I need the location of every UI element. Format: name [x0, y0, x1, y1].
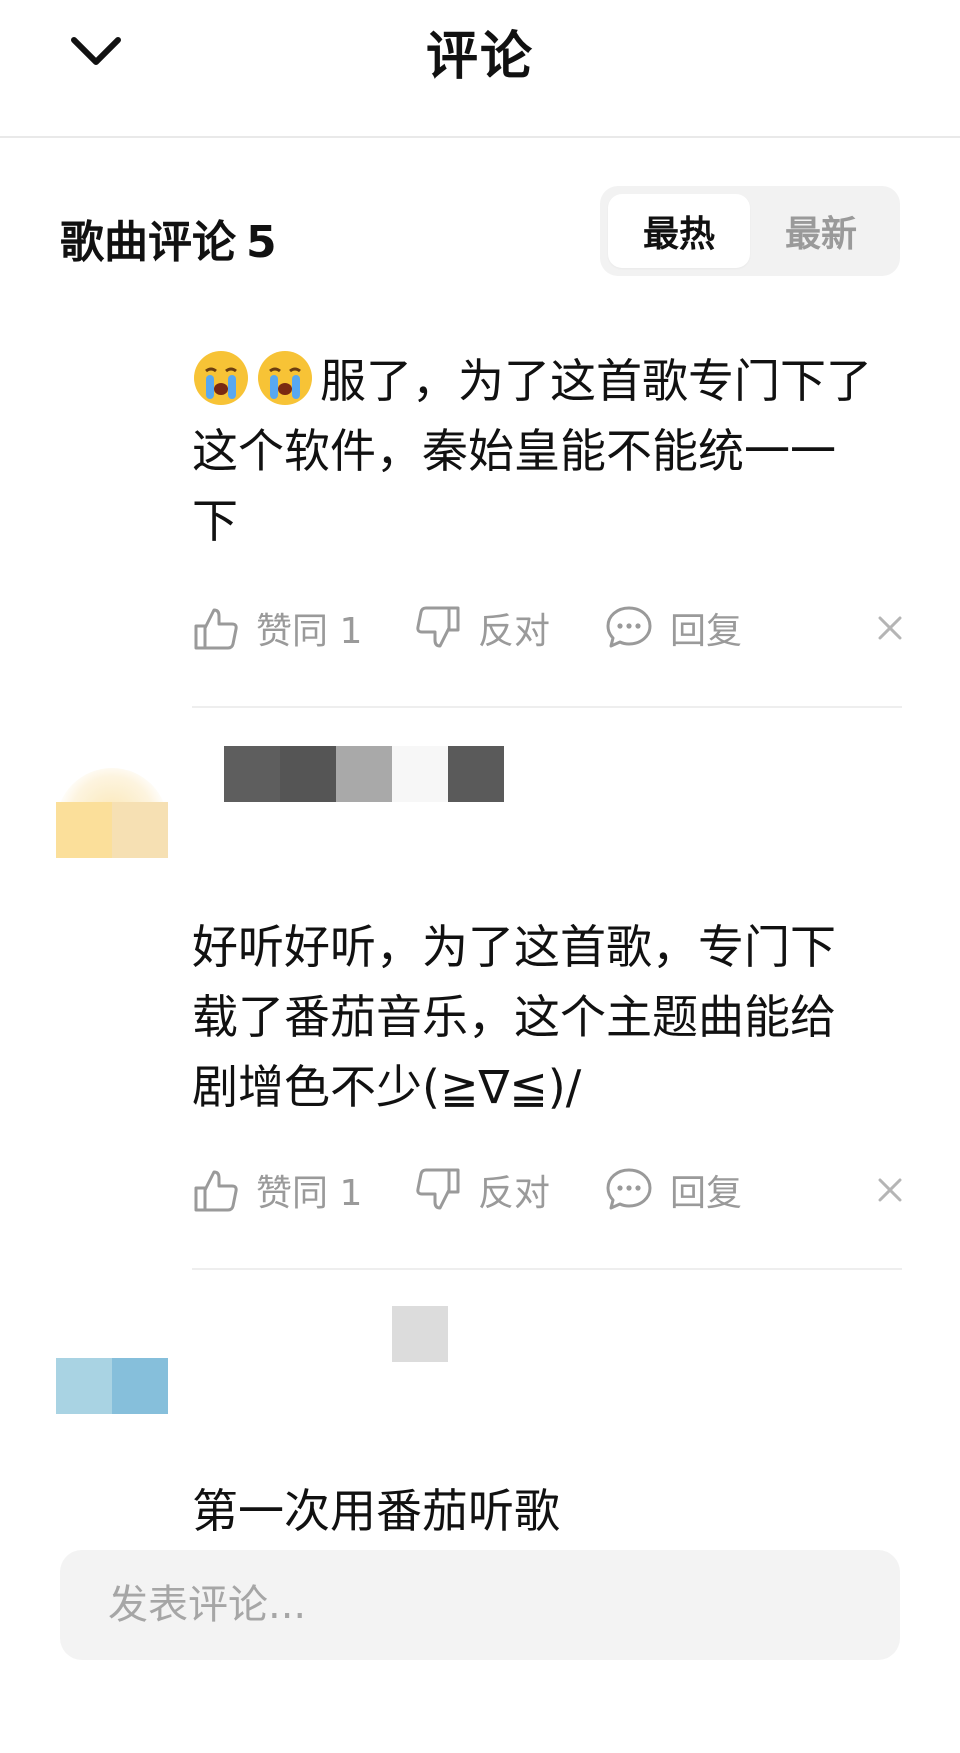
- close-icon: [878, 616, 902, 640]
- username-redacted: [392, 1306, 448, 1362]
- tab-latest[interactable]: 最新: [750, 194, 892, 268]
- dislike-label: 反对: [478, 611, 551, 652]
- comment-line: 服了，为了这首歌专门下了: [192, 346, 912, 416]
- dislike-button[interactable]: 反对: [414, 598, 550, 658]
- close-icon: [878, 1178, 902, 1202]
- username-redacted: [224, 746, 504, 802]
- like-button[interactable]: 赞同 1: [192, 598, 362, 658]
- reply-button[interactable]: 回复: [604, 598, 742, 658]
- comment-body: 好听好听，为了这首歌，专门下 载了番茄音乐，这个主题曲能给 剧增色不少(≧∇≦)…: [192, 912, 912, 1122]
- thumbs-down-icon: [416, 1168, 460, 1210]
- thumbs-down-icon: [416, 606, 460, 648]
- chat-bubble-icon: [606, 606, 652, 648]
- section-heading: 歌曲评论 5: [60, 206, 277, 270]
- thumbs-up-icon: [194, 608, 238, 650]
- comment-line-text: 服了，为了这首歌专门下了: [320, 354, 872, 408]
- dismiss-button[interactable]: [868, 606, 912, 650]
- chat-bubble-icon: [606, 1168, 652, 1210]
- dislike-label: 反对: [478, 1173, 551, 1214]
- reply-button[interactable]: 回复: [604, 1160, 742, 1220]
- tab-hot[interactable]: 最热: [608, 194, 750, 268]
- divider: [192, 706, 902, 708]
- like-label: 赞同 1: [256, 611, 363, 652]
- section-title: 歌曲评论: [60, 217, 236, 268]
- comment-input-box: [60, 1550, 900, 1660]
- comment-actions: 赞同 1 反对 回复: [192, 1160, 912, 1220]
- sort-toggle: 最热 最新: [600, 186, 900, 276]
- comment-body: 第一次用番茄听歌: [192, 1476, 912, 1546]
- comment-line: 这个软件，秦始皇能不能统一一: [192, 424, 836, 478]
- reply-label: 回复: [670, 1173, 743, 1214]
- avatar[interactable]: [56, 1358, 168, 1414]
- crying-face-icon: [194, 351, 248, 405]
- top-bar: 评论: [0, 0, 960, 138]
- page-title: 评论: [425, 27, 534, 87]
- comment-line: 剧增色不少(≧∇≦)/: [192, 1060, 582, 1114]
- reply-label: 回复: [670, 611, 743, 652]
- comment-count: 5: [246, 217, 277, 268]
- comment-body: 服了，为了这首歌专门下了 这个软件，秦始皇能不能统一一 下: [192, 346, 912, 556]
- comment-line: 第一次用番茄听歌: [192, 1484, 560, 1538]
- comment-line: 好听好听，为了这首歌，专门下: [192, 920, 836, 974]
- comment-actions: 赞同 1 反对 回复: [192, 598, 912, 658]
- comment-input[interactable]: [60, 1550, 900, 1660]
- dismiss-button[interactable]: [868, 1168, 912, 1212]
- like-button[interactable]: 赞同 1: [192, 1160, 362, 1220]
- thumbs-up-icon: [194, 1170, 238, 1212]
- divider: [192, 1268, 902, 1270]
- crying-face-icon: [258, 351, 312, 405]
- dislike-button[interactable]: 反对: [414, 1160, 550, 1220]
- comment-line: 载了番茄音乐，这个主题曲能给: [192, 990, 836, 1044]
- comment-line: 下: [192, 494, 238, 548]
- like-label: 赞同 1: [256, 1173, 363, 1214]
- avatar[interactable]: [56, 768, 168, 858]
